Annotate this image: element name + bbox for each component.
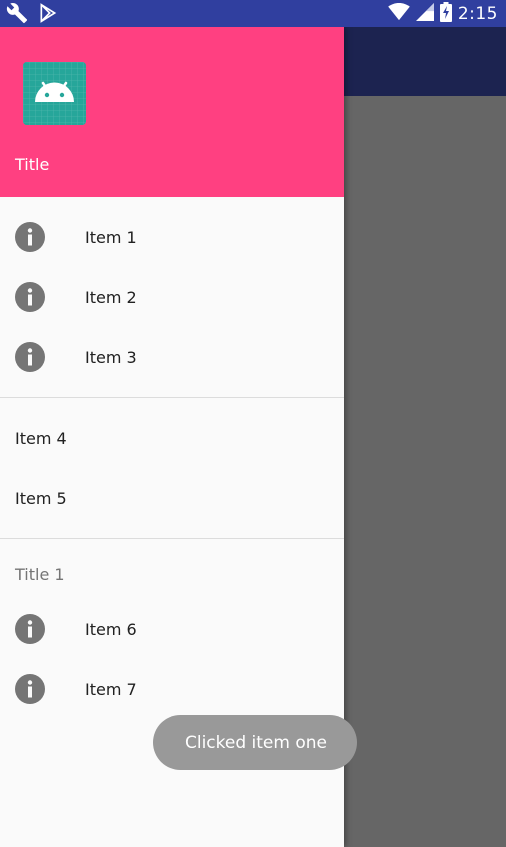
- status-clock: 2:15: [457, 3, 498, 24]
- status-bar: 2:15: [0, 0, 506, 27]
- menu-item-4[interactable]: Item 4: [0, 408, 344, 468]
- battery-icon: [439, 1, 452, 26]
- menu-item-7[interactable]: Item 7: [0, 659, 344, 719]
- toast-message: Clicked item one: [153, 715, 357, 770]
- info-icon: [15, 282, 45, 312]
- status-bar-left: [6, 2, 58, 28]
- menu-item-1[interactable]: Item 1: [0, 207, 344, 267]
- info-icon: [15, 674, 45, 704]
- drawer-header: Title: [0, 27, 344, 197]
- menu-item-2[interactable]: Item 2: [0, 267, 344, 327]
- menu-item-5[interactable]: Item 5: [0, 468, 344, 528]
- info-icon: [15, 614, 45, 644]
- wifi-icon: [388, 2, 410, 25]
- menu-item-label: Item 1: [85, 227, 137, 247]
- status-bar-right: 2:15: [388, 0, 498, 27]
- menu-group-title: Title 1: [0, 549, 344, 599]
- play-store-icon: [38, 2, 58, 28]
- menu-group-title-text: Title 1: [15, 564, 65, 584]
- info-icon: [15, 342, 45, 372]
- menu-item-6[interactable]: Item 6: [0, 599, 344, 659]
- drawer-header-title: Title: [15, 155, 50, 174]
- menu-item-label: Item 3: [85, 347, 137, 367]
- signal-icon: [415, 2, 434, 25]
- menu-item-3[interactable]: Item 3: [0, 327, 344, 387]
- menu-item-label: Item 6: [85, 619, 137, 639]
- menu-item-label: Item 7: [85, 679, 137, 699]
- wrench-icon: [6, 2, 28, 28]
- info-icon: [15, 222, 45, 252]
- android-icon: [23, 62, 86, 125]
- menu-item-label: Item 4: [15, 428, 67, 448]
- menu-divider: [0, 538, 344, 539]
- menu-item-label: Item 5: [15, 488, 67, 508]
- menu-item-label: Item 2: [85, 287, 137, 307]
- menu-divider: [0, 397, 344, 398]
